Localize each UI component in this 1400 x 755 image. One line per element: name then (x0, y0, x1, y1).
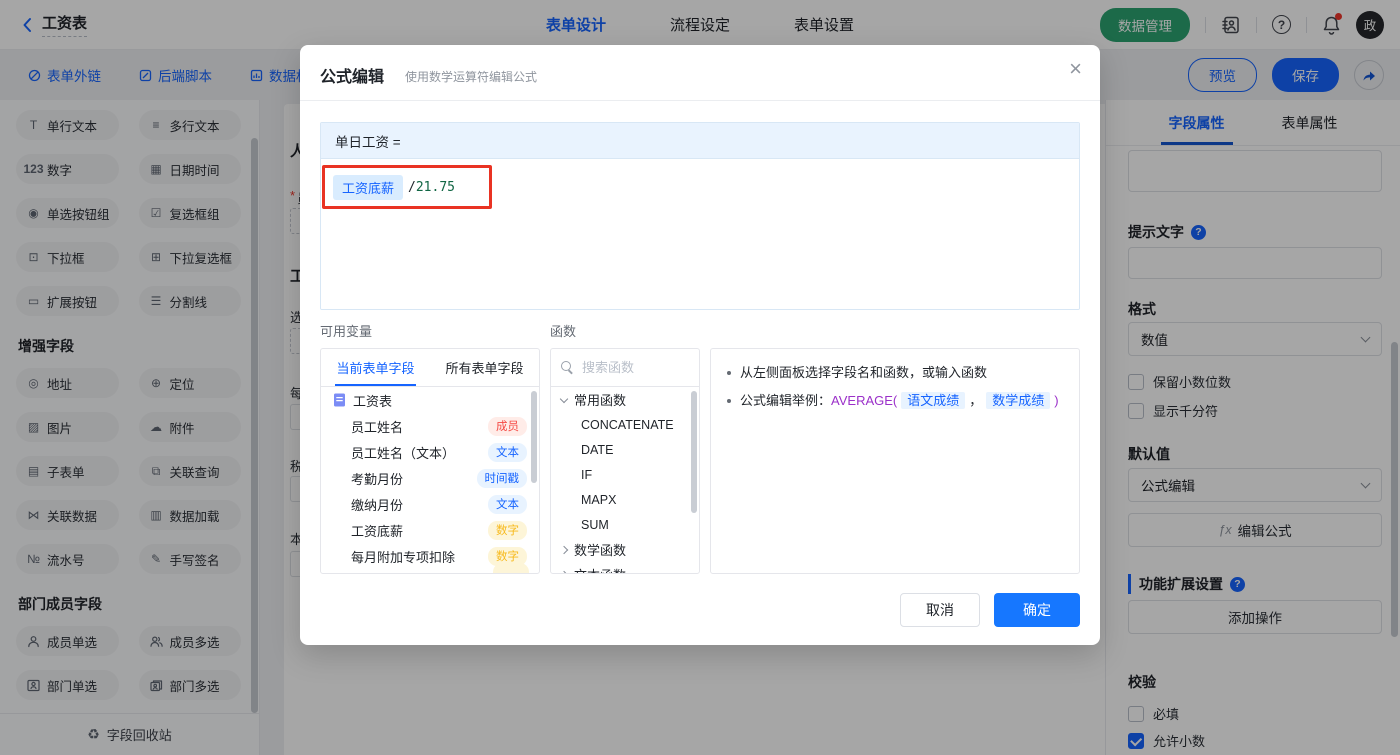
variable-row[interactable]: 员工姓名 成员 (321, 413, 539, 439)
cancel-button[interactable]: 取消 (900, 593, 980, 627)
variables-label: 可用变量 (320, 324, 373, 339)
function-group-common[interactable]: 常用函数 (551, 387, 699, 412)
close-icon[interactable]: × (1069, 56, 1082, 82)
field-chip[interactable]: 工资底薪 (333, 175, 404, 200)
modal-title: 公式编辑 (320, 69, 385, 86)
type-badge: 文本 (488, 494, 527, 514)
functions-label: 函数 (550, 324, 577, 339)
example-chip: 数学成绩 (986, 392, 1051, 409)
function-item[interactable]: CONCATENATE (551, 412, 699, 437)
help-line-2: 公式编辑举例：AVERAGE(语文成绩，数学成绩) (727, 391, 1063, 411)
example-function-open: AVERAGE( (831, 393, 898, 408)
number-literal: 21.75 (415, 180, 455, 195)
variable-row[interactable]: 缴纳月份 文本 (321, 491, 539, 517)
type-badge: 数字 (488, 520, 527, 540)
modal-footer: 取消 确定 (900, 593, 1080, 627)
function-item[interactable]: DATE (551, 437, 699, 462)
variables-panel: 当前表单字段 所有表单字段 工资表 员工姓名 成员 员工姓名（文本） 文本 考勤月份… (320, 348, 540, 574)
example-comma: ， (969, 393, 983, 408)
tab-current-form-fields[interactable]: 当前表单字段 (321, 349, 430, 386)
chevron-down-icon (559, 394, 569, 403)
type-badge: 文本 (488, 442, 527, 462)
function-item[interactable]: MAPX (551, 487, 699, 512)
formula-target-label: 单日工资 = (321, 123, 1079, 159)
function-search-input[interactable] (582, 360, 689, 375)
functions-panel: 常用函数 CONCATENATE DATE IF MAPX SUM 数学函数 文… (550, 348, 700, 574)
formula-edit-modal: 公式编辑 使用数学运算符编辑公式 × 单日工资 = 工资底薪 /21.75 可用… (300, 45, 1100, 645)
modal-subtitle: 使用数学运算符编辑公式 (405, 70, 538, 84)
confirm-button[interactable]: 确定 (994, 593, 1080, 627)
modal-divider (300, 100, 1100, 101)
function-group-math[interactable]: 数学函数 (551, 537, 699, 562)
operator-text: / (408, 180, 416, 195)
type-badge: 成员 (488, 416, 527, 436)
formula-editor: 单日工资 = 工资底薪 /21.75 (320, 122, 1080, 310)
example-prefix: 公式编辑举例： (740, 393, 832, 408)
form-node[interactable]: 工资表 (321, 387, 539, 413)
variable-row[interactable]: 员工姓名（文本） 文本 (321, 439, 539, 465)
variables-tabs: 当前表单字段 所有表单字段 (321, 349, 539, 387)
partial-badge (493, 563, 529, 573)
help-panel: 从左侧面板选择字段名和函数，或输入函数 公式编辑举例：AVERAGE(语文成绩，… (710, 348, 1080, 574)
bullet-icon (727, 371, 731, 375)
type-badge: 时间戳 (476, 468, 527, 488)
chevron-right-icon (559, 545, 569, 554)
tab-all-form-fields[interactable]: 所有表单字段 (430, 349, 539, 386)
variable-row[interactable]: 工资底薪 数字 (321, 517, 539, 543)
form-doc-icon (333, 393, 346, 407)
help-line-1: 从左侧面板选择字段名和函数，或输入函数 (727, 363, 1063, 383)
function-item[interactable]: IF (551, 462, 699, 487)
chevron-right-icon (559, 570, 569, 573)
functions-scrollbar[interactable] (691, 391, 697, 513)
variable-row[interactable]: 考勤月份 时间戳 (321, 465, 539, 491)
variable-row[interactable]: 每月附加专项扣除 数字 (321, 543, 539, 573)
function-group-text[interactable]: 文本函数 (551, 562, 699, 573)
function-item[interactable]: SUM (551, 512, 699, 537)
bullet-icon (727, 399, 731, 403)
variables-list: 工资表 员工姓名 成员 员工姓名（文本） 文本 考勤月份 时间戳 缴纳月份 文本 工资底… (321, 387, 539, 573)
variables-scrollbar[interactable] (531, 391, 537, 483)
example-function-close: ) (1054, 393, 1059, 408)
app-screen: 工资表 表单设计 流程设定 表单设置 数据管理 ? 政 表单外链 后端脚本 数据… (0, 0, 1400, 755)
example-chip: 语文成绩 (901, 392, 966, 409)
search-icon (561, 361, 574, 374)
formula-input-area[interactable]: 工资底薪 /21.75 (321, 159, 1079, 309)
function-search (551, 349, 699, 387)
